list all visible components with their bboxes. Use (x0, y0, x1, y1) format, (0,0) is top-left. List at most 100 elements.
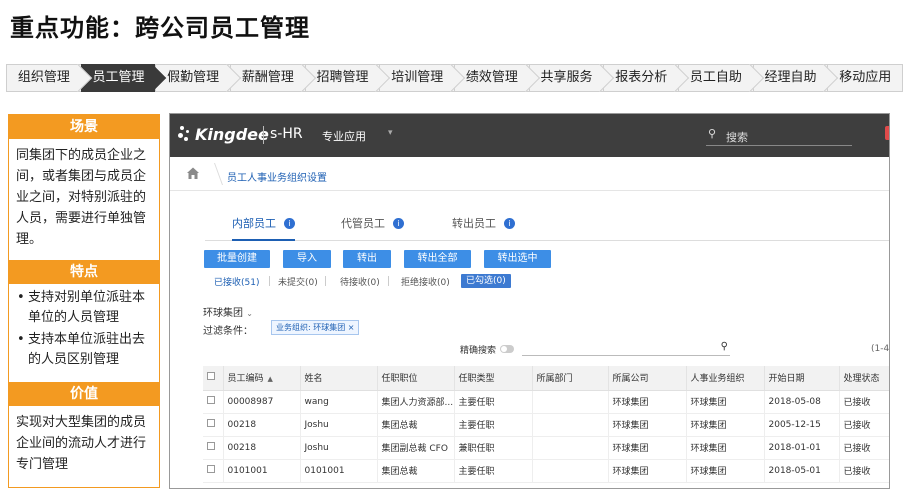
table-cell: 2018-05-08 (764, 390, 840, 414)
select-all-checkbox[interactable] (207, 372, 215, 381)
feature-list: 支持对别单位派驻本单位的人员管理 支持本单位派驻出去的人员区别管理 (9, 284, 159, 382)
chevron-down-icon[interactable]: ▾ (388, 128, 393, 138)
info-icon: i (393, 218, 404, 229)
info-icon: i (284, 218, 295, 229)
table-cell (532, 459, 609, 483)
toolbar: 批量创建 导入 转出 转出全部 转出选中 (170, 250, 889, 268)
nav-item[interactable]: 员工管理 (80, 64, 157, 92)
notification-badge[interactable] (885, 126, 889, 140)
nav-item[interactable]: 移动应用 (827, 64, 904, 92)
table-row[interactable]: 00218 Joshu 集团总裁 主要任职 环球集团 环球集团 2005-12-15 已接收 (203, 413, 889, 437)
scene-title: 场景 (9, 115, 159, 139)
feature-item: 支持对别单位派驻本单位的人员管理 (17, 288, 153, 328)
table-cell: 0101001 (300, 459, 378, 483)
nav-item[interactable]: 组织管理 (6, 64, 82, 92)
nav-item[interactable]: 培训管理 (379, 64, 456, 92)
nav-item[interactable]: 员工自助 (678, 64, 754, 92)
column-header[interactable]: 处理状态 (839, 366, 889, 391)
product-name: s-HR (270, 126, 303, 142)
table-cell: 环球集团 (608, 459, 687, 483)
table-cell: 0101001 (223, 459, 301, 483)
row-checkbox[interactable] (207, 465, 215, 473)
import-button[interactable]: 导入 (283, 250, 331, 268)
status-unsubmitted[interactable]: 未提交(0) (278, 275, 318, 288)
status-pending[interactable]: 待接收(0) (340, 275, 380, 288)
nav-item[interactable]: 共享服务 (528, 64, 605, 92)
nav-item[interactable]: 假勤管理 (155, 64, 232, 92)
table-search-input[interactable]: ⚲ (522, 341, 730, 356)
value-text: 实现对大型集团的成员企业间的流动人才进行专门管理 (16, 415, 147, 472)
table-cell: 主要任职 (454, 459, 533, 483)
kingdee-logo-icon (178, 126, 192, 144)
table-cell: 环球集团 (686, 459, 765, 483)
row-checkbox[interactable] (207, 442, 215, 450)
table-cell: 00218 (223, 436, 301, 460)
transfer-out-button[interactable]: 转出 (343, 250, 391, 268)
transfer-all-button[interactable]: 转出全部 (404, 250, 471, 268)
page-title: 重点功能：跨公司员工管理 (10, 14, 310, 42)
nav-item[interactable]: 经理自助 (752, 64, 829, 92)
nav-item[interactable]: 招聘管理 (304, 64, 381, 92)
table-search: 精确搜索 ⚲ (460, 341, 730, 357)
sort-asc-icon[interactable]: ▲ (268, 375, 273, 383)
table-cell: 主要任职 (454, 413, 533, 437)
app-screenshot: Kingdee s-HR 专业应用 ▾ ⚲ 搜索 员工人事业务组织设置 内部员工… (169, 113, 890, 489)
filter-chip[interactable]: 业务组织: 环球集团 × (271, 320, 360, 335)
batch-create-button[interactable]: 批量创建 (204, 250, 270, 268)
column-header[interactable]: 员工编码 ▲ (223, 366, 301, 391)
column-header[interactable]: 所属部门 (532, 366, 609, 391)
table-cell: 00008987 (223, 390, 301, 414)
column-header[interactable]: 所属公司 (608, 366, 687, 391)
table-cell: 已接收 (839, 459, 889, 483)
breadcrumb: 员工人事业务组织设置 (170, 157, 889, 191)
table-cell: 环球集团 (686, 436, 765, 460)
nav-item[interactable]: 报表分析 (603, 64, 680, 92)
employee-tabs: 内部员工 i 代管员工 i 转出员工 i (205, 215, 889, 241)
global-search-input[interactable]: ⚲ 搜索 (706, 126, 852, 146)
table-cell: 已接收 (839, 436, 889, 460)
menu-professional-apps[interactable]: 专业应用 (322, 128, 366, 144)
table-cell (532, 413, 609, 437)
transfer-selected-button[interactable]: 转出选中 (484, 250, 551, 268)
chevron-down-icon: ⌄ (246, 309, 253, 318)
table-cell: Joshu (300, 436, 378, 460)
logo-text: Kingdee (195, 125, 269, 144)
feature-item: 支持本单位派驻出去的人员区别管理 (17, 330, 153, 370)
table-cell: 2005-12-15 (764, 413, 840, 437)
status-rejected[interactable]: 拒绝接收(0) (401, 275, 450, 288)
table-cell: 主要任职 (454, 390, 533, 414)
row-checkbox[interactable] (207, 419, 215, 427)
table-cell: 环球集团 (608, 413, 687, 437)
app-topbar: Kingdee s-HR 专业应用 ▾ ⚲ 搜索 (170, 114, 889, 157)
table-row[interactable]: 00218 Joshu 集团副总裁 CFO 兼职任职 环球集团 环球集团 2018-01-0… (203, 436, 889, 460)
scene-text: 同集团下的成员企业之间，或者集团与成员企业之间，对特别派驻的人员，需要进行单独管… (16, 148, 147, 247)
table-row[interactable]: 0101001 0101001 集团总裁 主要任职 环球集团 环球集团 2018-05-01… (203, 459, 889, 483)
column-header[interactable]: 姓名 (300, 366, 378, 391)
org-selector[interactable]: 环球集团 ⌄ (203, 304, 253, 319)
home-icon[interactable] (186, 166, 200, 180)
status-selected[interactable]: 已勾选(0) (461, 274, 511, 288)
tab-managed[interactable]: 代管员工 i (341, 215, 404, 241)
nav-item[interactable]: 薪酬管理 (230, 64, 306, 92)
status-received[interactable]: 已接收(51) (214, 275, 259, 288)
row-checkbox[interactable] (207, 396, 215, 404)
breadcrumb-link[interactable]: 员工人事业务组织设置 (227, 169, 327, 184)
table-row[interactable]: 00008987 wang 集团人力资源部... 主要任职 环球集团 环球集团 2018-0… (203, 390, 889, 414)
module-nav: 组织管理 员工管理 假勤管理 薪酬管理 招聘管理 培训管理 绩效管理 共享服务 报表分析 员工自助… (6, 64, 904, 92)
column-header[interactable]: 开始日期 (764, 366, 840, 391)
table-cell: 2018-05-01 (764, 459, 840, 483)
table-cell: 2018-01-01 (764, 436, 840, 460)
table-cell: 00218 (223, 413, 301, 437)
column-header[interactable]: 任职类型 (454, 366, 533, 391)
pager[interactable]: (1-4 (871, 344, 889, 354)
exact-search-toggle[interactable] (500, 345, 514, 353)
nav-item[interactable]: 绩效管理 (454, 64, 530, 92)
table-cell (532, 390, 609, 414)
tab-transferred[interactable]: 转出员工 i (452, 215, 515, 241)
table-cell: 集团人力资源部... (377, 390, 455, 414)
filter-row: 过滤条件： 业务组织: 环球集团 × (203, 320, 360, 337)
column-header[interactable]: 人事业务组织 (686, 366, 765, 391)
table-cell: 环球集团 (686, 390, 765, 414)
tab-internal[interactable]: 内部员工 i (232, 215, 295, 241)
column-header[interactable]: 任职职位 (377, 366, 455, 391)
